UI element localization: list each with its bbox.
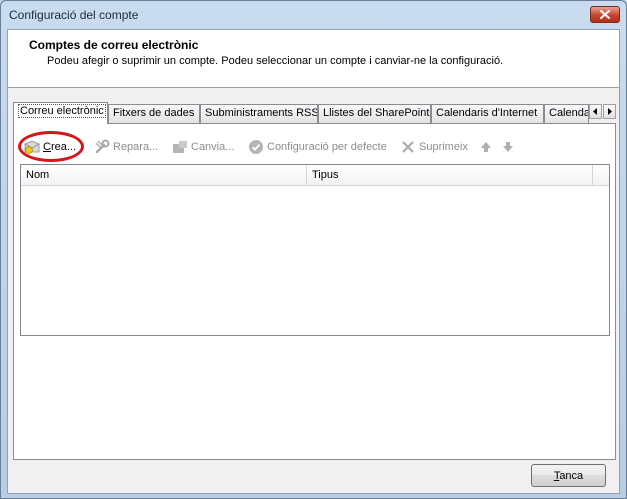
tab-published-calendars[interactable]: Calenda [544, 104, 589, 123]
column-header-name[interactable]: Nom [21, 165, 307, 186]
set-default-label: Configuració per defecte [267, 141, 387, 153]
dialog-client-area: Comptes de correu electrònic Podeu afegi… [7, 29, 620, 494]
account-toolbar: Crea... Repara... Canvia... Configuració… [18, 131, 610, 162]
arrow-down-icon [500, 139, 516, 155]
close-button[interactable] [590, 6, 620, 23]
tab-email[interactable]: Correu electrònic [13, 102, 108, 124]
tab-label: Calendaris d'Internet [436, 107, 538, 119]
repair-button[interactable]: Repara... [94, 136, 158, 158]
tab-rss-feeds[interactable]: Subministraments RSS [200, 104, 318, 123]
dialog-window: Configuració del compte Comptes de corre… [0, 0, 627, 499]
tab-internet-calendars[interactable]: Calendaris d'Internet [431, 104, 544, 123]
repair-label: Repara... [113, 141, 159, 153]
header-title: Comptes de correu electrònic [29, 38, 199, 52]
remove-button[interactable]: Suprimeix [400, 136, 468, 158]
tab-sharepoint-lists[interactable]: Llistes del SharePoint [318, 104, 431, 123]
header-panel: Comptes de correu electrònic Podeu afegi… [8, 30, 619, 88]
tab-label: Llistes del SharePoint [323, 107, 430, 119]
tab-strip: Correu electrònic Fitxers de dades Submi… [13, 102, 616, 124]
arrow-up-icon [478, 139, 494, 155]
list-header: Nom Tipus [21, 165, 609, 186]
header-description: Podeu afegir o suprimir un compte. Podeu… [47, 55, 504, 67]
set-default-button[interactable]: Configuració per defecte [248, 136, 387, 158]
arrow-left-icon [593, 108, 597, 115]
remove-label: Suprimeix [419, 141, 468, 153]
tab-panel-email: Crea... Repara... Canvia... Configuració… [13, 123, 616, 460]
title-bar[interactable]: Configuració del compte [1, 1, 626, 29]
change-button[interactable]: Canvia... [172, 136, 234, 158]
change-icon [172, 139, 188, 155]
check-circle-icon [248, 139, 264, 155]
tab-label: Calenda [549, 107, 589, 119]
wrench-icon [94, 139, 110, 155]
accounts-list[interactable]: Nom Tipus [20, 164, 610, 336]
close-dialog-button[interactable]: Tanca [531, 464, 606, 487]
tab-label: Fitxers de dades [113, 107, 195, 119]
tab-scroll-left-button[interactable] [589, 104, 602, 119]
move-up-button[interactable] [478, 136, 497, 158]
tab-label: Subministraments RSS [205, 107, 318, 119]
tab-scroll-right-button[interactable] [603, 104, 616, 119]
close-icon [600, 10, 610, 19]
tab-data-files[interactable]: Fitxers de dades [108, 104, 200, 123]
tab-label: Correu electrònic [18, 104, 106, 118]
change-label: Canvia... [191, 141, 235, 153]
arrow-right-icon [608, 108, 612, 115]
window-title: Configuració del compte [9, 8, 139, 22]
highlight-ring [18, 131, 84, 162]
move-down-button[interactable] [500, 136, 519, 158]
column-header-type[interactable]: Tipus [307, 165, 593, 186]
remove-x-icon [400, 139, 416, 155]
close-dialog-label: Tanca [553, 469, 584, 482]
